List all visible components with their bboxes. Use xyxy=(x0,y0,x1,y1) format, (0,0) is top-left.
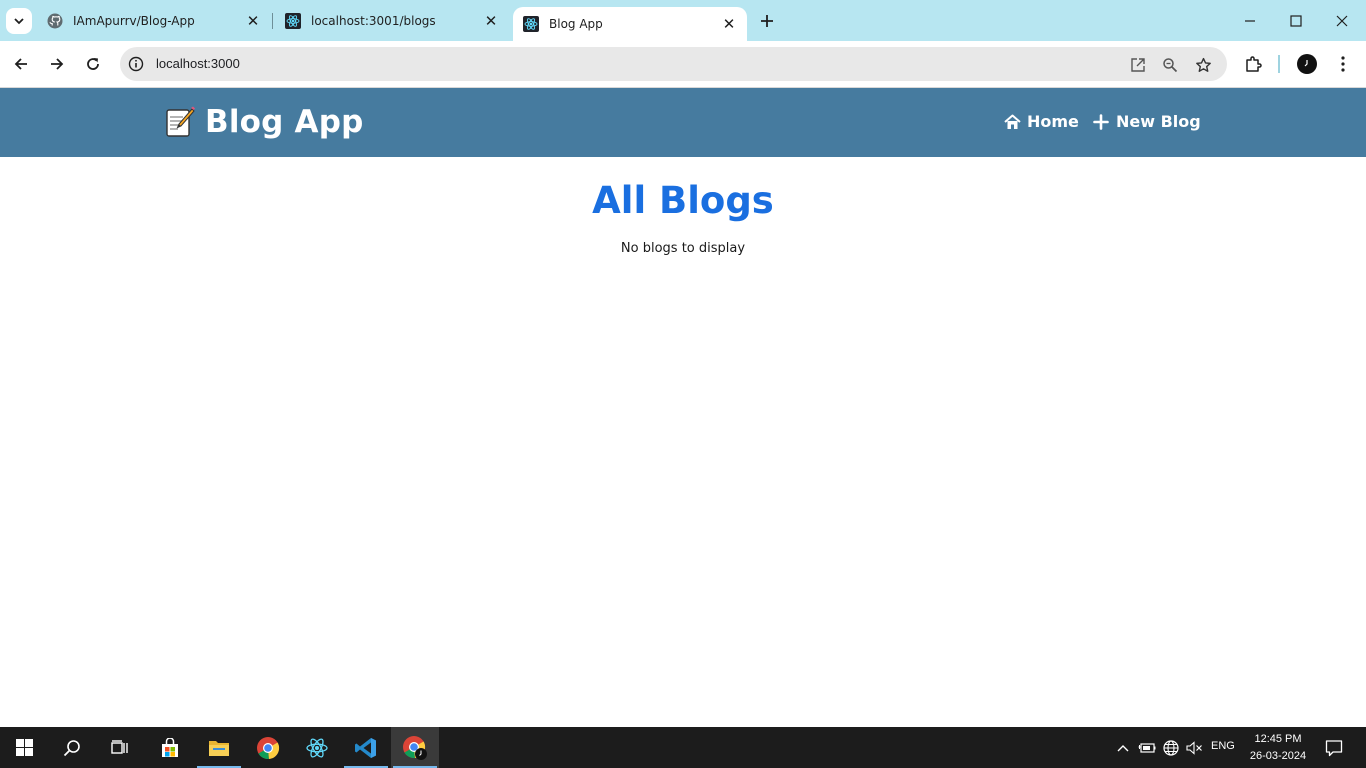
taskbar-search-button[interactable] xyxy=(48,727,96,768)
plus-icon xyxy=(1092,113,1110,131)
clock-date: 26-03-2024 xyxy=(1249,750,1307,762)
toolbar-divider xyxy=(1278,55,1280,73)
tab-title: localhost:3001/blogs xyxy=(311,13,436,28)
start-button[interactable] xyxy=(0,727,48,768)
minimize-icon xyxy=(1245,19,1255,22)
site-info-icon[interactable] xyxy=(127,55,145,73)
github-icon xyxy=(47,13,63,29)
nav-new-blog-label: New Blog xyxy=(1116,112,1201,131)
search-icon xyxy=(63,739,80,756)
clock-time: 12:45 PM xyxy=(1254,733,1302,745)
chrome-icon xyxy=(257,736,280,759)
store-icon xyxy=(162,737,178,757)
tray-network[interactable] xyxy=(1161,727,1181,768)
back-button[interactable] xyxy=(7,50,35,78)
react-app-icon xyxy=(306,737,328,758)
new-tab-button[interactable] xyxy=(755,9,779,33)
tab-divider xyxy=(272,13,273,29)
taskbar-file-explorer[interactable] xyxy=(195,727,243,768)
extensions-icon[interactable] xyxy=(1240,51,1266,77)
taskbar-vscode[interactable] xyxy=(342,727,390,768)
globe-icon xyxy=(1163,739,1179,756)
notification-icon xyxy=(1325,739,1343,756)
task-view-button[interactable] xyxy=(96,727,144,768)
tray-battery[interactable] xyxy=(1137,727,1157,768)
clock-icon xyxy=(1304,60,1308,67)
close-window-button[interactable] xyxy=(1319,0,1365,41)
reload-button[interactable] xyxy=(79,50,107,78)
task-view-icon xyxy=(111,739,128,754)
tray-notifications[interactable] xyxy=(1322,727,1346,768)
chevron-up-icon xyxy=(1117,744,1129,751)
brand-name: Blog App xyxy=(205,104,364,140)
taskbar-chrome[interactable] xyxy=(244,727,292,768)
close-icon[interactable]: ✕ xyxy=(717,12,741,36)
address-bar[interactable]: localhost:3000 xyxy=(120,47,1227,81)
browser-toolbar: localhost:3000 xyxy=(0,41,1366,88)
brand[interactable]: Blog App xyxy=(165,104,364,140)
minimize-button[interactable] xyxy=(1227,0,1273,41)
file-explorer-icon xyxy=(209,740,229,756)
app-navbar: Blog App Home New Blog xyxy=(0,88,1366,157)
plus-icon xyxy=(761,15,773,27)
tab-title: IAmApurrv/Blog-App xyxy=(73,13,195,28)
nav-home-link[interactable]: Home xyxy=(1003,112,1079,131)
taskbar-store[interactable] xyxy=(146,727,194,768)
zoom-icon[interactable] xyxy=(1159,54,1181,76)
close-icon[interactable]: ✕ xyxy=(241,9,265,33)
chrome-profile-icon xyxy=(403,735,427,760)
react-icon xyxy=(523,16,539,32)
tray-clock[interactable]: 12:45 PM 26-03-2024 xyxy=(1244,731,1312,765)
arrow-left-icon xyxy=(14,58,27,70)
nav-new-blog-link[interactable]: New Blog xyxy=(1092,112,1201,131)
close-icon[interactable]: ✕ xyxy=(479,9,503,33)
browser-tab-strip: IAmApurrv/Blog-App ✕ localhost:3001/blog… xyxy=(0,0,1366,41)
windows-start-icon xyxy=(15,739,33,756)
vscode-icon xyxy=(355,737,376,758)
open-in-app-icon[interactable] xyxy=(1127,54,1149,76)
browser-tab-localhost-3001[interactable]: localhost:3001/blogs ✕ xyxy=(275,0,509,41)
page-title: All Blogs xyxy=(592,179,774,222)
maximize-button[interactable] xyxy=(1273,0,1319,41)
chevron-down-icon xyxy=(14,18,24,25)
react-icon xyxy=(285,12,301,29)
browser-tab-blog-app[interactable]: Blog App ✕ xyxy=(513,7,747,41)
tray-overflow-button[interactable] xyxy=(1113,727,1133,768)
forward-button[interactable] xyxy=(43,50,71,78)
tray-volume[interactable] xyxy=(1184,727,1204,768)
bookmark-star-icon[interactable] xyxy=(1192,54,1214,76)
address-url[interactable]: localhost:3000 xyxy=(156,56,240,71)
browser-menu-icon[interactable] xyxy=(1330,51,1356,77)
memo-icon xyxy=(166,106,195,137)
home-icon xyxy=(1003,113,1021,131)
reload-icon xyxy=(87,58,99,70)
tab-title: Blog App xyxy=(549,17,603,31)
taskbar: ENG 12:45 PM 26-03-2024 xyxy=(0,727,1366,768)
empty-state-message: No blogs to display xyxy=(620,241,746,256)
nav-home-label: Home xyxy=(1027,112,1079,131)
volume-muted-icon xyxy=(1185,740,1202,755)
tray-language[interactable]: ENG xyxy=(1211,740,1235,752)
tab-search-button[interactable] xyxy=(6,8,32,34)
battery-icon xyxy=(1138,742,1156,753)
main-content: All Blogs No blogs to display xyxy=(0,157,1366,727)
browser-tab-github[interactable]: IAmApurrv/Blog-App ✕ xyxy=(37,0,271,41)
profile-avatar[interactable] xyxy=(1297,54,1317,74)
maximize-icon xyxy=(1290,14,1302,27)
taskbar-react-app[interactable] xyxy=(293,727,341,768)
close-icon xyxy=(1336,15,1348,26)
arrow-right-icon xyxy=(51,58,64,70)
taskbar-chrome-active[interactable] xyxy=(391,727,439,768)
